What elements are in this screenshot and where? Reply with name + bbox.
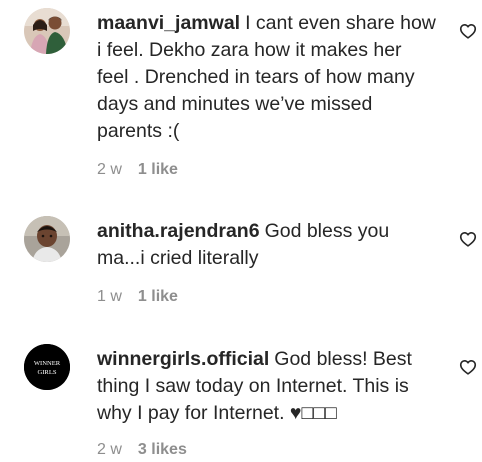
heart-outline-icon[interactable] bbox=[459, 23, 477, 39]
comment-likes[interactable]: 1 like bbox=[138, 161, 178, 178]
comment-username[interactable]: anitha.rajendran6 bbox=[97, 220, 260, 242]
comment-meta: 2 w 1 like bbox=[97, 160, 178, 180]
comment-meta: 1 w 1 like bbox=[97, 287, 178, 307]
comment-age[interactable]: 1 w bbox=[97, 288, 122, 305]
comment-likes[interactable]: 1 like bbox=[138, 288, 178, 305]
comment-text-block: maanvi_jamwal I cant even share how i fee… bbox=[97, 10, 437, 145]
comment-username[interactable]: maanvi_jamwal bbox=[97, 12, 240, 34]
comment-text-block: anitha.rajendran6 God bless you ma...i cr… bbox=[97, 218, 437, 272]
comment-likes[interactable]: 3 likes bbox=[138, 441, 187, 458]
logo-text-line: GIRLS bbox=[37, 369, 56, 376]
comment-text-block: winnergirls.official God bless! Best thin… bbox=[97, 346, 437, 427]
avatar[interactable] bbox=[24, 216, 70, 262]
avatar[interactable]: WINNER GIRLS bbox=[24, 344, 70, 390]
heart-outline-icon[interactable] bbox=[459, 359, 477, 375]
couple-photo-avatar bbox=[24, 8, 70, 54]
heart-outline-icon[interactable] bbox=[459, 231, 477, 247]
avatar[interactable] bbox=[24, 8, 70, 54]
comment-age[interactable]: 2 w bbox=[97, 441, 122, 458]
comment-username[interactable]: winnergirls.official bbox=[97, 348, 269, 370]
logo-text-line: WINNER bbox=[34, 360, 61, 367]
winner-girls-logo-avatar: WINNER GIRLS bbox=[24, 344, 70, 390]
comment-age[interactable]: 2 w bbox=[97, 161, 122, 178]
comment-meta: 2 w 3 likes bbox=[97, 440, 187, 460]
child-photo-avatar bbox=[24, 216, 70, 262]
